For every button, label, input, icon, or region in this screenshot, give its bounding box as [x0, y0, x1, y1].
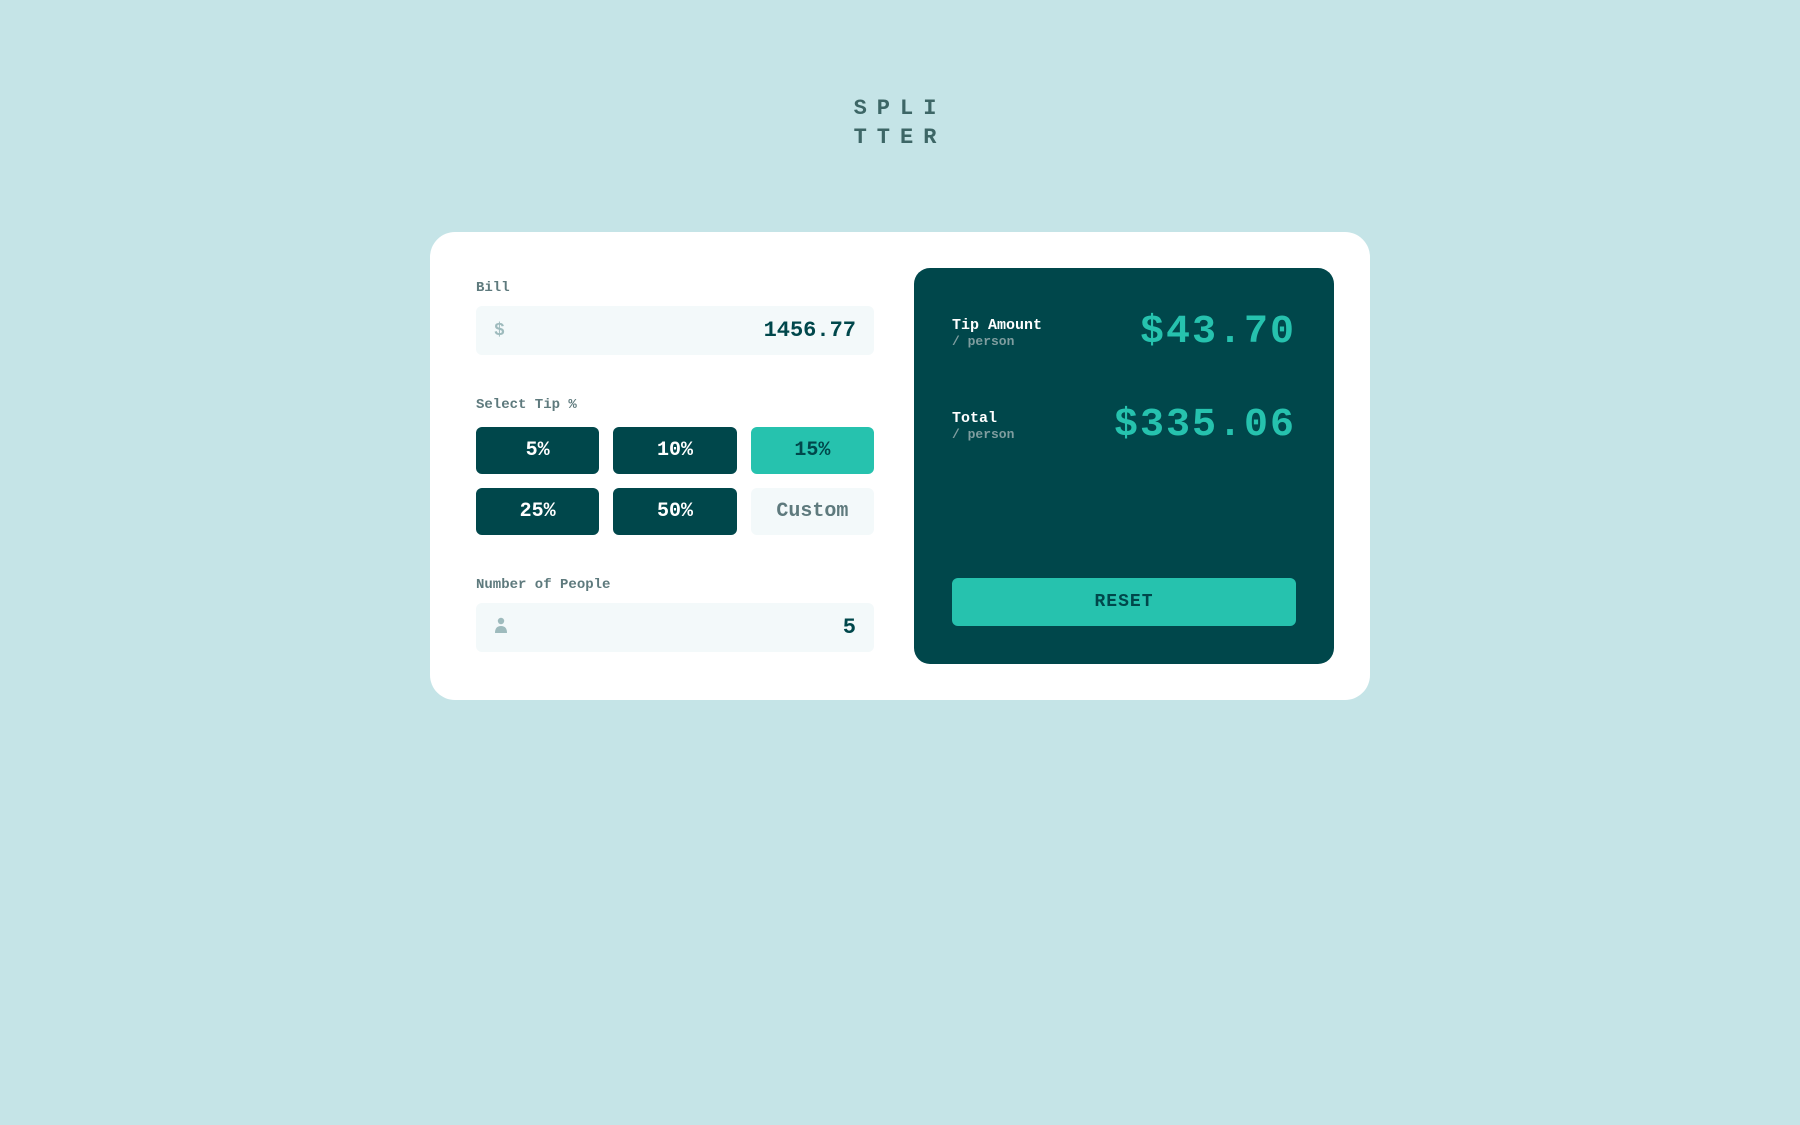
logo-line-1: SPLI	[854, 95, 947, 124]
tip-section: Select Tip % 5% 10% 15% 25% 50%	[476, 397, 874, 535]
people-label: Number of People	[476, 577, 874, 593]
total-sublabel: / person	[952, 427, 1014, 442]
bill-input[interactable]	[476, 306, 874, 355]
people-input-wrapper	[476, 603, 874, 652]
bill-input-wrapper: $	[476, 306, 874, 355]
tip-button-10[interactable]: 10%	[613, 427, 736, 474]
reset-button[interactable]: RESET	[952, 578, 1296, 626]
tip-amount-value: $43.70	[1140, 310, 1296, 355]
tip-button-15[interactable]: 15%	[751, 427, 874, 474]
tip-label: Select Tip %	[476, 397, 874, 413]
total-label-group: Total / person	[952, 410, 1014, 442]
total-value: $335.06	[1114, 403, 1296, 448]
person-icon	[494, 617, 508, 639]
inputs-panel: Bill $ Select Tip % 5% 10% 15% 25% 50% N…	[466, 268, 878, 664]
tip-amount-sublabel: / person	[952, 334, 1042, 349]
tip-amount-label: Tip Amount	[952, 317, 1042, 334]
tip-amount-label-group: Tip Amount / person	[952, 317, 1042, 349]
calculator-card: Bill $ Select Tip % 5% 10% 15% 25% 50% N…	[430, 232, 1370, 700]
people-input[interactable]	[476, 603, 874, 652]
dollar-icon: $	[494, 321, 505, 341]
tip-grid: 5% 10% 15% 25% 50%	[476, 427, 874, 535]
people-section: Number of People	[476, 577, 874, 652]
results-panel: Tip Amount / person $43.70 Total / perso…	[914, 268, 1334, 664]
bill-label: Bill	[476, 280, 874, 296]
tip-button-50[interactable]: 50%	[613, 488, 736, 535]
tip-button-5[interactable]: 5%	[476, 427, 599, 474]
tip-button-25[interactable]: 25%	[476, 488, 599, 535]
tip-custom-input[interactable]	[751, 488, 874, 535]
tip-amount-row: Tip Amount / person $43.70	[952, 310, 1296, 355]
total-row: Total / person $335.06	[952, 403, 1296, 448]
total-label: Total	[952, 410, 1014, 427]
bill-section: Bill $	[476, 280, 874, 397]
app-logo: SPLI TTER	[854, 95, 947, 152]
logo-line-2: TTER	[854, 124, 947, 153]
